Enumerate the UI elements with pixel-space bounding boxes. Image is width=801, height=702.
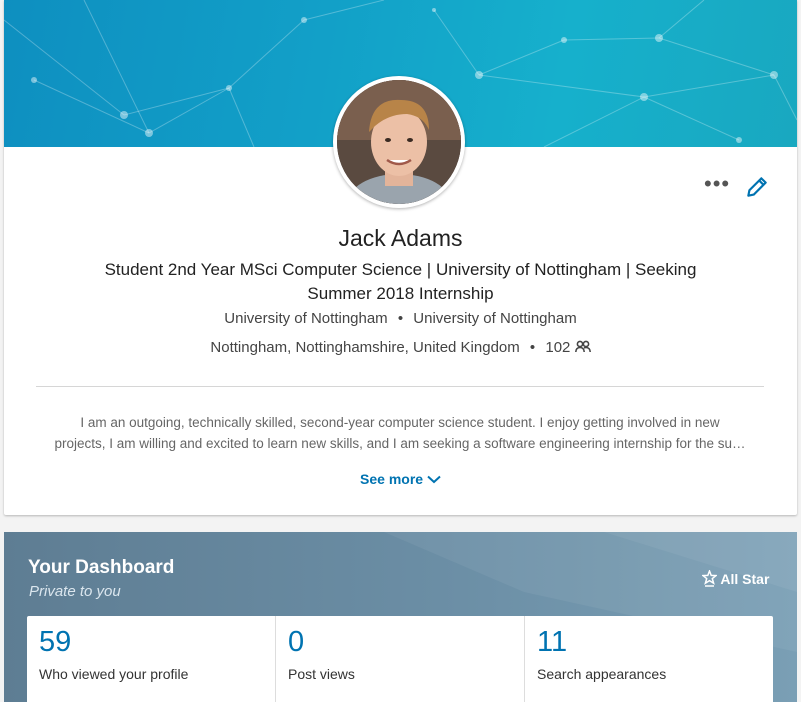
connections-link[interactable]: 102 [545, 339, 591, 356]
stat-post-views[interactable]: 0 Post views [276, 616, 525, 702]
stat-value: 0 [288, 626, 305, 658]
more-actions-button[interactable]: ••• [704, 173, 730, 198]
dashboard-title: Your Dashboard [28, 557, 175, 578]
profile-name: Jack Adams [338, 225, 463, 251]
dashboard-subtitle: Private to you [29, 583, 121, 600]
see-more-label: See more [360, 471, 424, 487]
stat-value: 59 [39, 626, 72, 658]
divider [36, 386, 764, 387]
more-horizontal-icon: ••• [704, 171, 731, 196]
stat-search-appearances[interactable]: 11 Search appearances [525, 616, 773, 702]
dashboard-panel: Your Dashboard Private to you All Star 5… [4, 532, 797, 702]
profile-location: Nottingham, Nottinghamshire, United King… [210, 339, 520, 356]
all-star-label: All Star [720, 571, 770, 587]
profile-headline: Student 2nd Year MSci Computer Science |… [104, 260, 697, 303]
stat-profile-views[interactable]: 59 Who viewed your profile [27, 616, 276, 702]
stat-label: Search appearances [537, 666, 667, 682]
chevron-down-icon [427, 475, 441, 484]
connections-icon [574, 340, 591, 353]
summary-line: projects, I am willing and excited to le… [54, 436, 746, 451]
profile-photo [337, 80, 461, 204]
stat-label: Who viewed your profile [39, 666, 189, 682]
see-more-button[interactable]: See more [4, 471, 797, 487]
separator-dot: • [529, 339, 536, 356]
separator-dot: • [397, 310, 404, 327]
pencil-icon [747, 177, 767, 197]
summary-line: I am an outgoing, technically skilled, s… [80, 415, 720, 430]
stat-value: 11 [537, 626, 568, 658]
edit-profile-button[interactable] [744, 174, 770, 200]
education-line: University of Nottingham • University of… [4, 310, 797, 327]
stat-label: Post views [288, 666, 355, 682]
avatar[interactable] [333, 76, 465, 208]
star-badge-icon [700, 568, 719, 587]
profile-summary: I am an outgoing, technically skilled, s… [36, 412, 764, 454]
education-link[interactable]: University of Nottingham [413, 310, 576, 327]
connections-count: 102 [545, 339, 571, 356]
location-line: Nottingham, Nottinghamshire, United King… [4, 339, 797, 356]
profile-card: ••• Jack Adams Student 2nd Year MSci Com… [4, 0, 797, 515]
current-school-link[interactable]: University of Nottingham [224, 310, 387, 327]
dashboard-stats: 59 Who viewed your profile 0 Post views … [27, 616, 773, 702]
all-star-button[interactable]: All Star [700, 568, 770, 587]
